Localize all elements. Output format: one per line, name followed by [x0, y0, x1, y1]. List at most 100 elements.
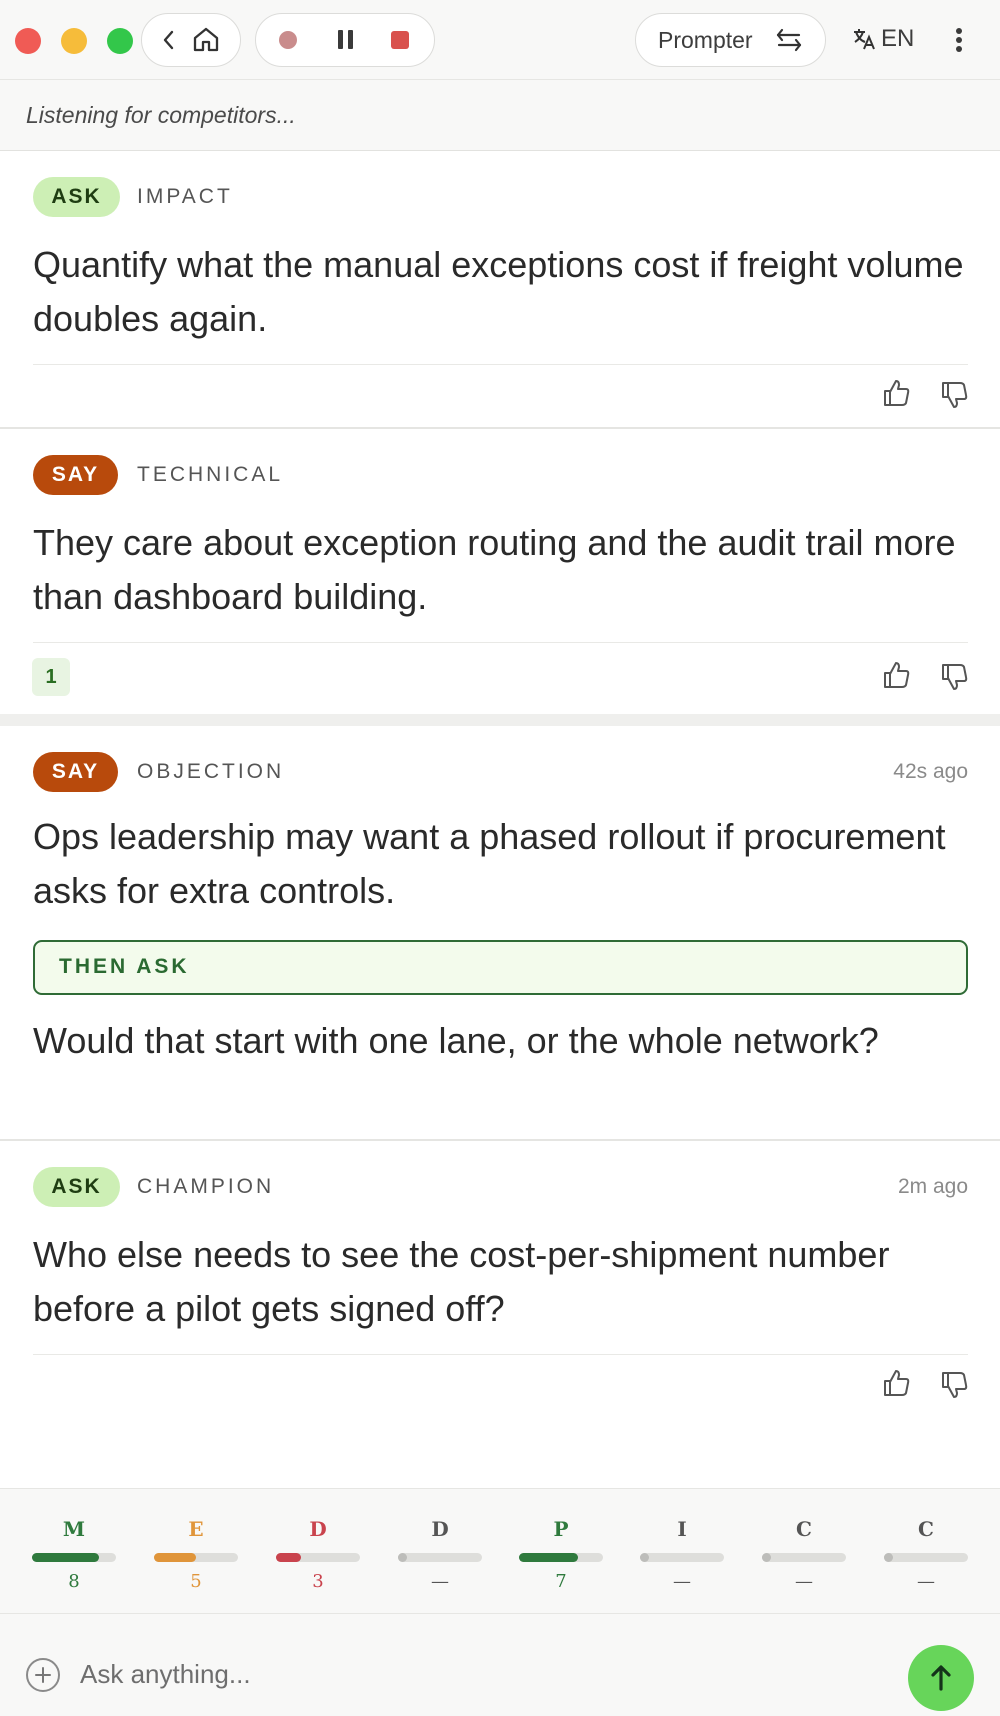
more-options-icon[interactable]: [956, 28, 962, 34]
language-selector[interactable]: EN: [881, 25, 914, 53]
card-category: CHAMPION: [137, 1175, 275, 1198]
card-category: OBJECTION: [137, 760, 285, 783]
meter-track: [640, 1553, 724, 1562]
meter-letter: C: [796, 1517, 812, 1541]
meter-track: [762, 1553, 846, 1562]
meter-value: —: [917, 1571, 935, 1592]
pause-icon-bar[interactable]: [348, 30, 353, 49]
thumbs-up-icon[interactable]: [882, 378, 910, 413]
meter-fill: [884, 1553, 893, 1562]
ask-input[interactable]: [80, 1654, 880, 1694]
meter-letter: P: [553, 1517, 569, 1541]
meter-fill: [762, 1553, 771, 1562]
title-bar: Prompter EN: [0, 0, 1000, 80]
meter-value: —: [795, 1571, 813, 1592]
say-badge: SAY: [33, 455, 118, 495]
maximize-window-button[interactable]: [107, 28, 133, 54]
card-timestamp: 2m ago: [897, 1175, 968, 1198]
ask-badge: ASK: [33, 1167, 120, 1207]
meter-track: [398, 1553, 482, 1562]
translate-icon[interactable]: [852, 27, 876, 51]
meter-track: [519, 1553, 603, 1562]
meter: D —: [398, 1489, 482, 1615]
meter: D 3: [276, 1489, 360, 1615]
navigation-pill: [141, 13, 241, 67]
meter: E 5: [154, 1489, 238, 1615]
meter-letter: M: [62, 1517, 86, 1541]
composer-bar: [0, 1614, 1000, 1716]
listening-status-bar: Listening for competitors...: [0, 80, 1000, 151]
meter: P 7: [519, 1489, 603, 1615]
meter-fill: [154, 1553, 196, 1562]
card-text: They care about exception routing and th…: [33, 522, 956, 617]
meter-track: [32, 1553, 116, 1562]
listening-status-text: Listening for competitors...: [26, 102, 296, 128]
prompter-app: Prompter EN Listening for competitors...…: [0, 0, 1000, 1716]
minimize-window-button[interactable]: [61, 28, 87, 54]
then-ask-banner: THEN ASK: [33, 940, 968, 995]
thumbs-up-icon[interactable]: [882, 660, 910, 695]
meter-fill: [276, 1553, 302, 1562]
pause-icon[interactable]: [338, 30, 343, 49]
meter-letter: D: [431, 1517, 449, 1541]
meter-letter: I: [677, 1517, 687, 1541]
meter-value: 3: [312, 1571, 324, 1592]
meter-value: —: [431, 1571, 449, 1592]
back-icon[interactable]: [162, 29, 176, 51]
meter-fill: [398, 1553, 407, 1562]
qualification-meters: M 8 E 5 D 3 D — P 7 I — C — C —: [0, 1488, 1000, 1614]
meter-value: 5: [190, 1571, 202, 1592]
meter-value: 8: [68, 1571, 80, 1592]
card-border: [0, 1139, 1000, 1141]
send-button[interactable]: [908, 1645, 974, 1711]
meter-fill: [640, 1553, 649, 1562]
meter-fill: [519, 1553, 578, 1562]
say-badge: SAY: [33, 752, 118, 792]
card-border: [0, 427, 1000, 429]
followup-text: Would that start with one lane, or the w…: [33, 1020, 879, 1061]
record-icon[interactable]: [279, 31, 297, 49]
home-icon[interactable]: [192, 26, 220, 52]
suggestion-card: ASK IMPACT Quantify what the manual exce…: [0, 152, 1000, 429]
meter-letter: C: [918, 1517, 934, 1541]
suggestion-card: ASK CHAMPION 2m ago Who else needs to se…: [0, 1142, 1000, 1442]
prompter-mode-label: Prompter: [658, 27, 753, 53]
meter-letter: E: [188, 1517, 204, 1541]
thumbs-up-icon[interactable]: [882, 1368, 910, 1403]
meter-track: [276, 1553, 360, 1562]
meter: C —: [884, 1489, 968, 1615]
card-category: IMPACT: [137, 185, 233, 208]
close-window-button[interactable]: [15, 28, 41, 54]
meter-track: [154, 1553, 238, 1562]
suggestion-card: SAY OBJECTION 42s ago Ops leadership may…: [0, 726, 1000, 1141]
meter: M 8: [32, 1489, 116, 1615]
stop-icon[interactable]: [391, 31, 409, 49]
card-text: Who else needs to see the cost-per-shipm…: [33, 1234, 890, 1329]
arrow-up-icon: [931, 1665, 951, 1691]
more-options-icon-dot[interactable]: [956, 46, 962, 52]
add-attachment-icon[interactable]: [26, 1658, 60, 1692]
thumbs-down-icon[interactable]: [940, 380, 968, 415]
more-options-icon-dot[interactable]: [956, 37, 962, 43]
meter-letter: D: [309, 1517, 327, 1541]
section-divider: [0, 714, 1000, 726]
meter-value: 7: [555, 1571, 567, 1592]
thumbs-down-icon[interactable]: [940, 1370, 968, 1405]
then-ask-label: THEN ASK: [59, 955, 190, 978]
suggestion-card: SAY TECHNICAL They care about exception …: [0, 430, 1000, 714]
card-category: TECHNICAL: [137, 463, 284, 486]
count-badge: 1: [32, 658, 70, 696]
card-divider: [33, 642, 968, 643]
meter: C —: [762, 1489, 846, 1615]
meter-value: —: [673, 1571, 691, 1592]
meter-fill: [32, 1553, 100, 1562]
meter: I —: [640, 1489, 724, 1615]
card-text: Quantify what the manual exceptions cost…: [33, 244, 964, 339]
ask-badge: ASK: [33, 177, 120, 217]
swap-icon[interactable]: [776, 27, 802, 53]
card-divider: [33, 364, 968, 365]
thumbs-down-icon[interactable]: [940, 662, 968, 697]
card-timestamp: 42s ago: [893, 760, 968, 783]
meter-track: [884, 1553, 968, 1562]
card-text: Ops leadership may want a phased rollout…: [33, 816, 946, 911]
